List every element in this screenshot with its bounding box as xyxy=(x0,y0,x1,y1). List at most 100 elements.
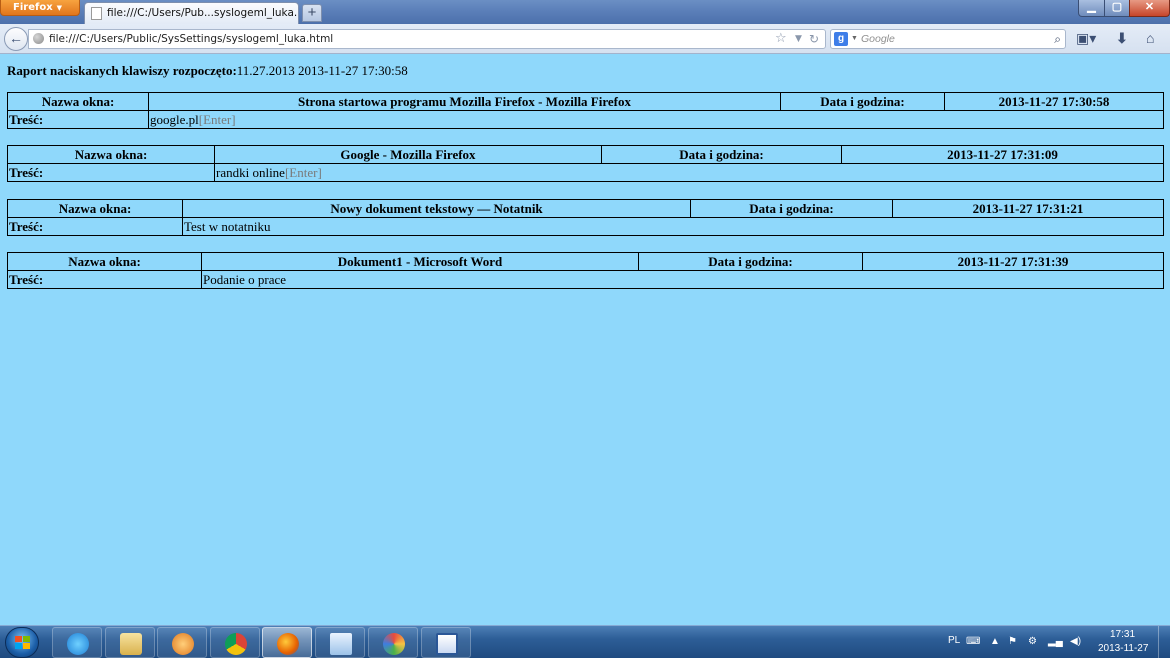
internet-explorer-glyph xyxy=(67,633,89,655)
window-label: Nazwa okna: xyxy=(7,252,202,271)
typed-text: google.pl xyxy=(150,111,199,127)
magnifier-icon[interactable]: ⌕ xyxy=(1054,30,1061,48)
table-row: Treść: google.pl[Enter] xyxy=(7,110,1164,129)
chevron-up-icon[interactable]: ▲ xyxy=(990,636,1000,647)
file-explorer-icon[interactable] xyxy=(105,627,155,658)
paint-icon[interactable] xyxy=(368,627,418,658)
close-button[interactable]: ✕ xyxy=(1129,0,1170,17)
table-row: Nazwa okna: Nowy dokument tekstowy — Not… xyxy=(7,199,1164,218)
report-header: Raport naciskanych klawiszy rozpoczęto:1… xyxy=(7,63,408,79)
page-content: Raport naciskanych klawiszy rozpoczęto:1… xyxy=(0,55,1170,625)
start-button[interactable] xyxy=(5,627,39,658)
word-glyph xyxy=(436,633,458,655)
datetime-label: Data i godzina: xyxy=(601,145,842,164)
back-arrow-icon[interactable]: ← xyxy=(4,27,28,51)
firefox-glyph xyxy=(277,633,299,655)
window-label: Nazwa okna: xyxy=(7,199,183,218)
new-tab-button[interactable]: + xyxy=(302,4,322,22)
content-value: Podanie o prace xyxy=(201,270,1164,289)
log-entry-table: Nazwa okna: Strona startowa programu Moz… xyxy=(7,92,1164,129)
network-signal-icon[interactable]: ▂▄ xyxy=(1048,636,1063,647)
window-name: Nowy dokument tekstowy — Notatnik xyxy=(182,199,691,218)
tab-title: file:///C:/Users/Pub...syslogeml_luka.ht… xyxy=(107,7,298,19)
usb-device-icon[interactable]: ⚙ xyxy=(1028,636,1037,647)
page-icon xyxy=(91,7,102,20)
datetime-value: 2013-11-27 17:30:58 xyxy=(944,92,1164,111)
key-text: [Enter] xyxy=(198,111,236,127)
reload-icon[interactable]: ↻ xyxy=(809,30,819,48)
datetime-value: 2013-11-27 17:31:09 xyxy=(841,145,1164,164)
windows-logo-icon xyxy=(15,636,30,650)
log-entry-table: Nazwa okna: Google - Mozilla Firefox Dat… xyxy=(7,145,1164,182)
chevron-down-icon[interactable]: ▼ xyxy=(795,30,802,48)
datetime-label: Data i godzina: xyxy=(690,199,893,218)
content-value: randki online[Enter] xyxy=(214,163,1164,182)
table-row: Treść: Podanie o prace xyxy=(7,270,1164,289)
typed-text: Podanie o prace xyxy=(203,271,287,287)
table-row: Nazwa okna: Strona startowa programu Moz… xyxy=(7,92,1164,111)
window-name: Google - Mozilla Firefox xyxy=(214,145,602,164)
firefox-menu-button[interactable]: Firefox ▼ xyxy=(0,0,80,16)
url-text[interactable]: file:///C:/Users/Public/SysSettings/sysl… xyxy=(49,30,333,48)
notepad-icon[interactable] xyxy=(315,627,365,658)
datetime-label: Data i godzina: xyxy=(780,92,945,111)
paint-glyph xyxy=(383,633,405,655)
media-player-icon[interactable] xyxy=(157,627,207,658)
show-desktop-button[interactable] xyxy=(1158,626,1170,658)
action-center-flag-icon[interactable]: ⚑ xyxy=(1008,636,1017,647)
chrome-icon[interactable] xyxy=(210,627,260,658)
firefox-menu-label: Firefox xyxy=(13,2,53,13)
star-icon[interactable]: ☆ xyxy=(775,30,787,48)
log-entry-table: Nazwa okna: Dokument1 - Microsoft Word D… xyxy=(7,252,1164,289)
window-label: Nazwa okna: xyxy=(7,92,149,111)
report-header-value: 11.27.2013 2013-11-27 17:30:58 xyxy=(236,63,408,78)
windows-taskbar: PL ⌨ ▲ ⚑ ⚙ ▂▄ ◀) 17:31 2013-11-27 xyxy=(0,625,1170,658)
content-label: Treść: xyxy=(7,163,215,182)
search-bar[interactable]: g ▼ Google ⌕ xyxy=(830,29,1066,49)
window-name: Strona startowa programu Mozilla Firefox… xyxy=(148,92,781,111)
maximize-button[interactable]: ▢ xyxy=(1104,0,1130,17)
clock-time[interactable]: 17:31 xyxy=(1110,629,1135,640)
window-title-bar: Firefox ▼ file:///C:/Users/Pub...syslogem… xyxy=(0,0,1170,24)
table-row: Nazwa okna: Google - Mozilla Firefox Dat… xyxy=(7,145,1164,164)
media-player-glyph xyxy=(172,633,194,655)
log-entry-table: Nazwa okna: Nowy dokument tekstowy — Not… xyxy=(7,199,1164,236)
report-header-label: Raport naciskanych klawiszy rozpoczęto: xyxy=(7,63,237,78)
globe-icon xyxy=(33,33,44,44)
navigation-toolbar: ← file:///C:/Users/Public/SysSettings/sy… xyxy=(0,24,1170,54)
content-label: Treść: xyxy=(7,217,183,236)
volume-icon[interactable]: ◀) xyxy=(1070,636,1081,647)
download-arrow-icon[interactable]: ⬇ xyxy=(1116,30,1128,47)
home-icon[interactable]: ⌂ xyxy=(1146,30,1154,46)
internet-explorer-icon[interactable] xyxy=(52,627,102,658)
chevron-down-icon: ▼ xyxy=(56,4,63,12)
chrome-glyph xyxy=(225,633,247,655)
minimize-button[interactable]: ▁ xyxy=(1078,0,1105,17)
content-value: google.pl[Enter] xyxy=(148,110,1164,129)
datetime-label: Data i godzina: xyxy=(638,252,863,271)
browser-tab[interactable]: file:///C:/Users/Pub...syslogeml_luka.ht… xyxy=(84,2,299,24)
table-row: Treść: randki online[Enter] xyxy=(7,163,1164,182)
system-tray: PL ⌨ ▲ ⚑ ⚙ ▂▄ ◀) 17:31 2013-11-27 xyxy=(940,626,1170,658)
content-label: Treść: xyxy=(7,270,202,289)
address-bar[interactable]: file:///C:/Users/Public/SysSettings/sysl… xyxy=(28,29,826,49)
word-icon[interactable] xyxy=(421,627,471,658)
table-row: Treść: Test w notatniku xyxy=(7,217,1164,236)
language-indicator[interactable]: PL xyxy=(948,635,960,646)
typed-text: randki online xyxy=(216,164,285,180)
key-text: [Enter] xyxy=(284,164,322,180)
clock-date[interactable]: 2013-11-27 xyxy=(1098,643,1148,654)
bookmarks-icon[interactable]: ▣▾ xyxy=(1076,30,1096,47)
window-name: Dokument1 - Microsoft Word xyxy=(201,252,639,271)
table-row: Nazwa okna: Dokument1 - Microsoft Word D… xyxy=(7,252,1164,271)
datetime-value: 2013-11-27 17:31:21 xyxy=(892,199,1164,218)
chevron-down-icon[interactable]: ▼ xyxy=(851,30,858,48)
firefox-icon[interactable] xyxy=(262,627,312,658)
search-placeholder[interactable]: Google xyxy=(861,30,895,48)
typed-text: Test w notatniku xyxy=(184,218,271,234)
google-icon[interactable]: g xyxy=(834,32,848,46)
content-value: Test w notatniku xyxy=(182,217,1164,236)
datetime-value: 2013-11-27 17:31:39 xyxy=(862,252,1164,271)
keyboard-icon[interactable]: ⌨ xyxy=(966,636,980,647)
folder-glyph xyxy=(120,633,142,655)
